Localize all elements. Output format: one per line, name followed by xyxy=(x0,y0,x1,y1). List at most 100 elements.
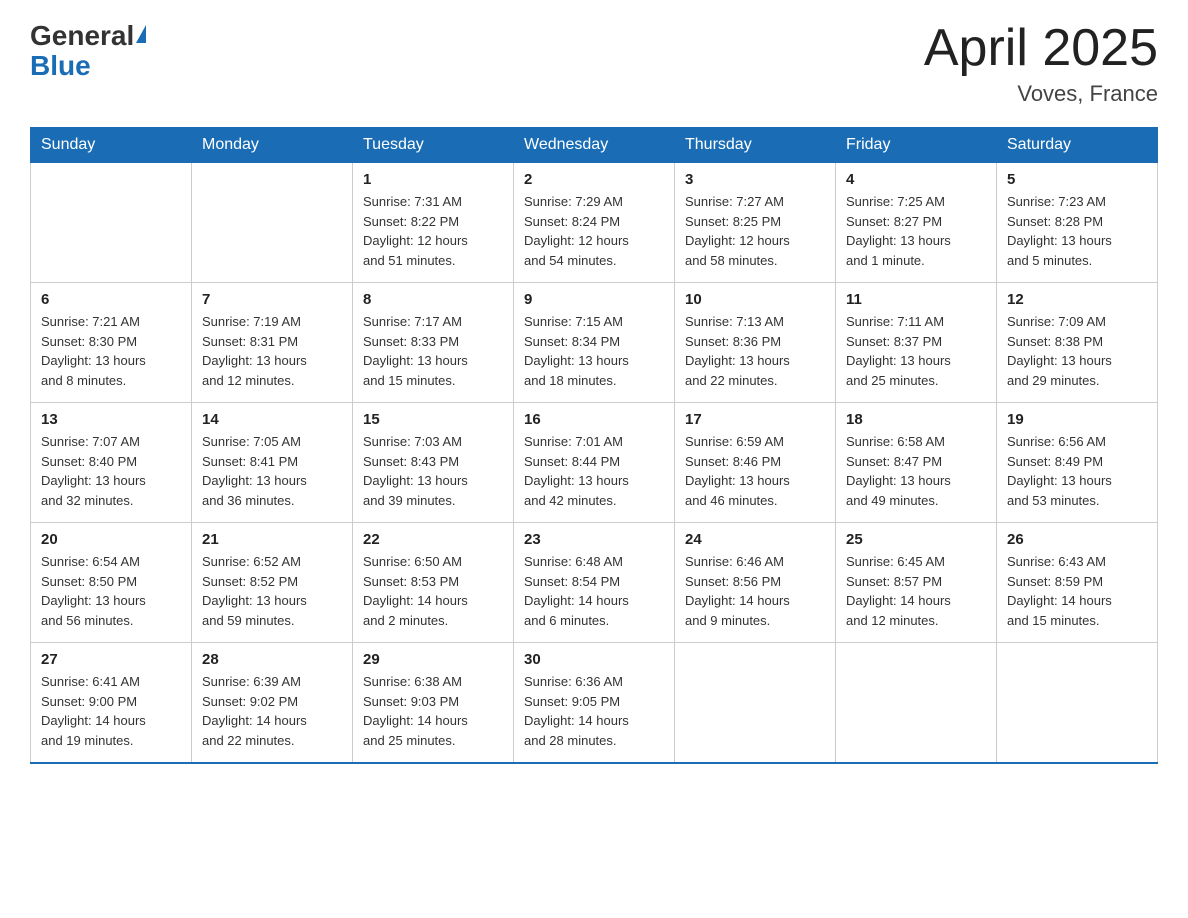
calendar-cell: 22Sunrise: 6:50 AMSunset: 8:53 PMDayligh… xyxy=(353,523,514,643)
day-number: 5 xyxy=(1007,171,1147,188)
calendar-week-row: 6Sunrise: 7:21 AMSunset: 8:30 PMDaylight… xyxy=(31,283,1158,403)
day-info: Sunrise: 7:15 AMSunset: 8:34 PMDaylight:… xyxy=(524,312,664,390)
day-number: 11 xyxy=(846,291,986,308)
calendar-cell: 20 Sunrise: 6:54 AMSunset: 8:50 PMDayligh… xyxy=(31,523,192,643)
logo-general-text: General xyxy=(30,20,134,52)
calendar-cell: 13 Sunrise: 7:07 AMSunset: 8:40 PMDayligh… xyxy=(31,403,192,523)
day-number: 17 xyxy=(685,411,825,428)
day-info: Sunrise: 6:43 AMSunset: 8:59 PMDaylight:… xyxy=(1007,552,1147,630)
calendar-cell: 16 Sunrise: 7:01 AMSunset: 8:44 PMDayligh… xyxy=(514,403,675,523)
day-info: Sunrise: 6:56 AMSunset: 8:49 PMDaylight:… xyxy=(1007,432,1147,510)
day-number: 18 xyxy=(846,411,986,428)
day-info: Sunrise: 7:23 AMSunset: 8:28 PMDaylight:… xyxy=(1007,192,1147,270)
day-info: Sunrise: 6:41 AMSunset: 9:00 PMDaylight:… xyxy=(41,672,181,750)
day-info: Sunrise: 7:19 AMSunset: 8:31 PMDaylight:… xyxy=(202,312,342,390)
day-number: 14 xyxy=(202,411,342,428)
day-number: 7 xyxy=(202,291,342,308)
calendar-subtitle: Voves, France xyxy=(924,81,1158,107)
calendar-title: April 2025 xyxy=(924,20,1158,77)
logo: General Blue xyxy=(30,20,146,80)
calendar-cell: 14Sunrise: 7:05 AMSunset: 8:41 PMDayligh… xyxy=(192,403,353,523)
calendar-cell: 17Sunrise: 6:59 AMSunset: 8:46 PMDayligh… xyxy=(675,403,836,523)
calendar-cell: 1 Sunrise: 7:31 AMSunset: 8:22 PMDaylight… xyxy=(353,163,514,283)
day-number: 12 xyxy=(1007,291,1147,308)
calendar-cell: 29Sunrise: 6:38 AMSunset: 9:03 PMDayligh… xyxy=(353,643,514,764)
page-header: General Blue April 2025 Voves, France xyxy=(30,20,1158,107)
day-number: 6 xyxy=(41,291,181,308)
day-number: 16 xyxy=(524,411,664,428)
calendar-week-row: 1 Sunrise: 7:31 AMSunset: 8:22 PMDaylight… xyxy=(31,163,1158,283)
title-block: April 2025 Voves, France xyxy=(924,20,1158,107)
calendar-header-row: SundayMondayTuesdayWednesdayThursdayFrid… xyxy=(31,128,1158,163)
day-number: 23 xyxy=(524,531,664,548)
day-number: 3 xyxy=(685,171,825,188)
calendar-cell: 30 Sunrise: 6:36 AMSunset: 9:05 PMDayligh… xyxy=(514,643,675,764)
day-number: 4 xyxy=(846,171,986,188)
calendar-cell xyxy=(675,643,836,764)
calendar-cell xyxy=(997,643,1158,764)
calendar-cell xyxy=(836,643,997,764)
day-number: 30 xyxy=(524,651,664,668)
day-info: Sunrise: 6:36 AMSunset: 9:05 PMDaylight:… xyxy=(524,672,664,750)
calendar-cell: 8Sunrise: 7:17 AMSunset: 8:33 PMDaylight… xyxy=(353,283,514,403)
day-of-week-wednesday: Wednesday xyxy=(514,128,675,163)
day-of-week-tuesday: Tuesday xyxy=(353,128,514,163)
day-info: Sunrise: 7:29 AMSunset: 8:24 PMDaylight:… xyxy=(524,192,664,270)
calendar-cell: 26Sunrise: 6:43 AMSunset: 8:59 PMDayligh… xyxy=(997,523,1158,643)
day-info: Sunrise: 6:48 AMSunset: 8:54 PMDaylight:… xyxy=(524,552,664,630)
day-info: Sunrise: 7:03 AMSunset: 8:43 PMDaylight:… xyxy=(363,432,503,510)
logo-triangle-icon xyxy=(136,25,146,43)
calendar-cell: 5 Sunrise: 7:23 AMSunset: 8:28 PMDaylight… xyxy=(997,163,1158,283)
day-number: 9 xyxy=(524,291,664,308)
day-number: 25 xyxy=(846,531,986,548)
calendar-cell xyxy=(192,163,353,283)
calendar-cell: 12 Sunrise: 7:09 AMSunset: 8:38 PMDayligh… xyxy=(997,283,1158,403)
calendar-week-row: 13 Sunrise: 7:07 AMSunset: 8:40 PMDayligh… xyxy=(31,403,1158,523)
day-info: Sunrise: 7:01 AMSunset: 8:44 PMDaylight:… xyxy=(524,432,664,510)
day-info: Sunrise: 7:17 AMSunset: 8:33 PMDaylight:… xyxy=(363,312,503,390)
day-number: 10 xyxy=(685,291,825,308)
day-of-week-thursday: Thursday xyxy=(675,128,836,163)
day-info: Sunrise: 7:13 AMSunset: 8:36 PMDaylight:… xyxy=(685,312,825,390)
day-number: 27 xyxy=(41,651,181,668)
calendar-cell: 15 Sunrise: 7:03 AMSunset: 8:43 PMDayligh… xyxy=(353,403,514,523)
calendar-cell: 3 Sunrise: 7:27 AMSunset: 8:25 PMDaylight… xyxy=(675,163,836,283)
day-number: 15 xyxy=(363,411,503,428)
calendar-week-row: 27 Sunrise: 6:41 AMSunset: 9:00 PMDayligh… xyxy=(31,643,1158,764)
calendar-cell: 7 Sunrise: 7:19 AMSunset: 8:31 PMDaylight… xyxy=(192,283,353,403)
day-number: 13 xyxy=(41,411,181,428)
day-number: 22 xyxy=(363,531,503,548)
day-info: Sunrise: 6:52 AMSunset: 8:52 PMDaylight:… xyxy=(202,552,342,630)
day-of-week-friday: Friday xyxy=(836,128,997,163)
day-number: 1 xyxy=(363,171,503,188)
day-of-week-monday: Monday xyxy=(192,128,353,163)
calendar-week-row: 20 Sunrise: 6:54 AMSunset: 8:50 PMDayligh… xyxy=(31,523,1158,643)
calendar-cell: 10 Sunrise: 7:13 AMSunset: 8:36 PMDayligh… xyxy=(675,283,836,403)
calendar-cell: 28 Sunrise: 6:39 AMSunset: 9:02 PMDayligh… xyxy=(192,643,353,764)
calendar-cell: 21 Sunrise: 6:52 AMSunset: 8:52 PMDayligh… xyxy=(192,523,353,643)
day-info: Sunrise: 7:09 AMSunset: 8:38 PMDaylight:… xyxy=(1007,312,1147,390)
calendar-cell: 27 Sunrise: 6:41 AMSunset: 9:00 PMDayligh… xyxy=(31,643,192,764)
calendar-cell: 19 Sunrise: 6:56 AMSunset: 8:49 PMDayligh… xyxy=(997,403,1158,523)
day-number: 19 xyxy=(1007,411,1147,428)
day-info: Sunrise: 7:11 AMSunset: 8:37 PMDaylight:… xyxy=(846,312,986,390)
calendar-cell: 2 Sunrise: 7:29 AMSunset: 8:24 PMDaylight… xyxy=(514,163,675,283)
logo-blue-text: Blue xyxy=(30,52,146,80)
calendar-cell: 11 Sunrise: 7:11 AMSunset: 8:37 PMDayligh… xyxy=(836,283,997,403)
day-number: 28 xyxy=(202,651,342,668)
calendar-table: SundayMondayTuesdayWednesdayThursdayFrid… xyxy=(30,127,1158,764)
day-info: Sunrise: 7:31 AMSunset: 8:22 PMDaylight:… xyxy=(363,192,503,270)
day-number: 20 xyxy=(41,531,181,548)
day-number: 2 xyxy=(524,171,664,188)
day-info: Sunrise: 7:07 AMSunset: 8:40 PMDaylight:… xyxy=(41,432,181,510)
day-info: Sunrise: 6:45 AMSunset: 8:57 PMDaylight:… xyxy=(846,552,986,630)
calendar-cell: 9 Sunrise: 7:15 AMSunset: 8:34 PMDaylight… xyxy=(514,283,675,403)
calendar-cell: 24Sunrise: 6:46 AMSunset: 8:56 PMDayligh… xyxy=(675,523,836,643)
calendar-cell: 23 Sunrise: 6:48 AMSunset: 8:54 PMDayligh… xyxy=(514,523,675,643)
day-info: Sunrise: 7:27 AMSunset: 8:25 PMDaylight:… xyxy=(685,192,825,270)
day-info: Sunrise: 6:58 AMSunset: 8:47 PMDaylight:… xyxy=(846,432,986,510)
day-info: Sunrise: 6:54 AMSunset: 8:50 PMDaylight:… xyxy=(41,552,181,630)
day-info: Sunrise: 6:39 AMSunset: 9:02 PMDaylight:… xyxy=(202,672,342,750)
day-number: 21 xyxy=(202,531,342,548)
day-number: 24 xyxy=(685,531,825,548)
